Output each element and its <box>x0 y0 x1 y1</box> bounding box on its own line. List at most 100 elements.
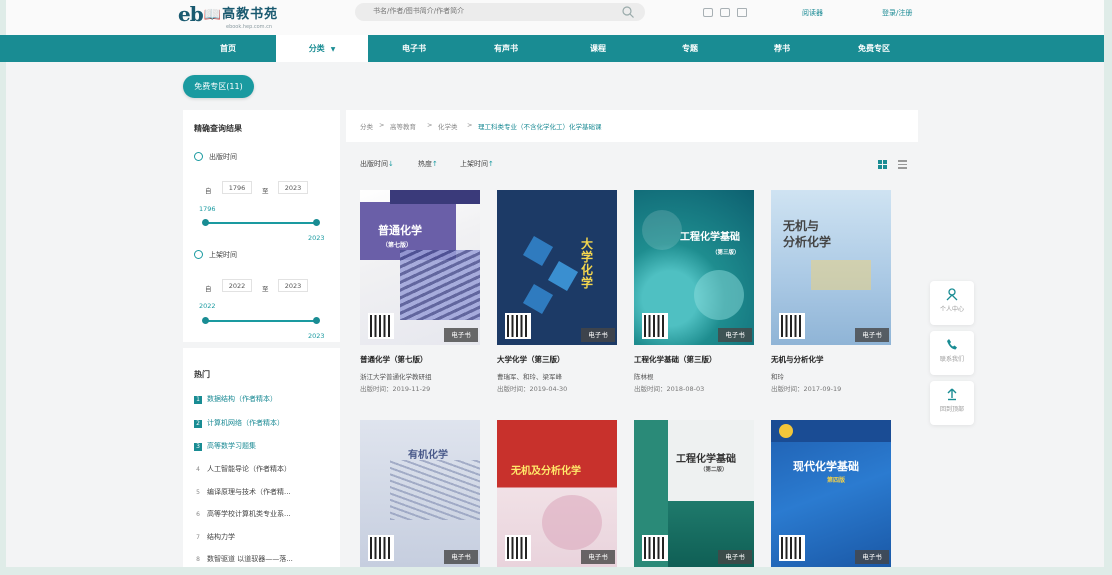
hot-item[interactable]: 8 数智驱道 以道驭器——落... <box>194 554 293 564</box>
nav-item-ebook[interactable]: 电子书 <box>368 35 460 62</box>
cover-title: 工程化学基础 <box>676 454 736 465</box>
cover-blob <box>542 495 602 550</box>
book-cover[interactable]: 无机与 分析化学 电子书 <box>771 190 891 345</box>
nav-item-recommend[interactable]: 荐书 <box>736 35 828 62</box>
shelf-from-label: 自 <box>205 285 212 293</box>
qr-code <box>642 313 668 339</box>
ebook-tag: 电子书 <box>718 328 752 342</box>
sort-popularity[interactable]: 热度↑ <box>418 159 438 169</box>
history-icon[interactable] <box>703 8 713 17</box>
mail-icon[interactable] <box>737 8 747 17</box>
cover-hex <box>522 235 554 267</box>
logo-text: eb <box>178 2 204 26</box>
book-title[interactable]: 普通化学（第七版） <box>360 354 428 365</box>
book-author: 陈林根 <box>634 373 654 381</box>
personal-center-button[interactable]: 个人中心 <box>930 281 974 325</box>
book-cover[interactable]: 工程化学基础 （第三版） 电子书 <box>634 190 754 345</box>
grid-view-icon[interactable] <box>878 160 887 169</box>
book-title[interactable]: 无机与分析化学 <box>771 354 824 365</box>
nav-item-category[interactable]: 分类 ▼ <box>276 35 368 62</box>
free-zone-button[interactable]: 免费专区(11) <box>183 75 254 98</box>
cover-subtitle: （第三版） <box>712 250 740 256</box>
rank-badge: 4 <box>196 466 200 473</box>
book-cover[interactable]: 大学化学 电子书 <box>497 190 617 345</box>
qr-code <box>779 313 805 339</box>
sort-shelf-time[interactable]: 上架时间↑ <box>460 159 494 169</box>
pub-range-min: 1796 <box>199 205 216 213</box>
breadcrumb-item[interactable]: 高等教育 <box>390 121 416 131</box>
book-cover[interactable]: 现代化学基础 第四版 电子书 <box>771 420 891 567</box>
logo-book-icon: 📖 <box>203 7 222 23</box>
clock-icon <box>194 250 203 259</box>
hot-item-label: 高等数学习题集 <box>207 442 256 450</box>
hot-item-label: 编译原理与技术（作者精... <box>207 488 291 496</box>
login-link[interactable]: 登录/注册 <box>882 8 912 18</box>
breadcrumb-separator: > <box>467 121 473 129</box>
ebook-tag: 电子书 <box>444 550 478 564</box>
qr-code <box>368 535 394 561</box>
reader-link[interactable]: 阅读器 <box>802 8 823 18</box>
pub-to-input[interactable]: 2023 <box>278 181 308 194</box>
pub-slider-min-handle[interactable] <box>202 219 209 226</box>
tablet-icon[interactable] <box>720 8 730 17</box>
hot-item[interactable]: 5 编译原理与技术（作者精... <box>194 487 291 497</box>
book-title[interactable]: 工程化学基础（第三版） <box>634 354 717 365</box>
book-cover[interactable]: 无机及分析化学 电子书 <box>497 420 617 567</box>
pub-from-input[interactable]: 1796 <box>222 181 252 194</box>
nav-item-topic[interactable]: 专题 <box>644 35 736 62</box>
shelf-slider-min-handle[interactable] <box>202 317 209 324</box>
breadcrumb-item[interactable]: 分类 <box>360 121 373 131</box>
cover-smudge <box>811 260 871 290</box>
contact-label: 联系我们 <box>939 356 964 363</box>
nav-item-home[interactable]: 首页 <box>196 35 260 62</box>
list-view-icon[interactable] <box>898 160 907 169</box>
hot-item[interactable]: 3 高等数学习题集 <box>194 441 256 451</box>
nav-item-course[interactable]: 课程 <box>552 35 644 62</box>
ebook-tag: 电子书 <box>718 550 752 564</box>
shelf-from-input[interactable]: 2022 <box>222 279 252 292</box>
nav-item-audiobook[interactable]: 有声书 <box>460 35 552 62</box>
back-to-top-button[interactable]: 回到顶部 <box>930 381 974 425</box>
arrow-up-icon <box>947 388 957 401</box>
hot-item[interactable]: 2 计算机网络（作者精本） <box>194 418 284 428</box>
book-cover[interactable]: 有机化学 电子书 <box>360 420 480 567</box>
breadcrumb-current: 理工科类专业（不含化学化工）化学基础课 <box>478 123 602 131</box>
hot-item[interactable]: 6 高等学校计算机类专业系... <box>194 509 291 519</box>
cover-subtitle: （第七版） <box>382 242 413 249</box>
pub-slider-track <box>206 222 316 224</box>
hot-item[interactable]: 7 结构力学 <box>194 532 235 542</box>
hot-item[interactable]: 4 人工智能导论（作者精本） <box>194 464 291 474</box>
search-input[interactable] <box>373 7 613 15</box>
shelf-range-max: 2023 <box>308 332 325 340</box>
shelf-to-label: 至 <box>262 285 269 293</box>
hot-item[interactable]: 1 数据结构（作者精本） <box>194 394 277 404</box>
personal-center-label: 个人中心 <box>939 306 964 313</box>
cover-title: 无机与 分析化学 <box>783 219 832 249</box>
pub-range-max: 2023 <box>308 234 325 242</box>
cover-subtitle: （第二版） <box>700 467 728 473</box>
logo-cn-text: 高教书苑 <box>222 7 279 22</box>
nav-recommend-label: 荐书 <box>774 44 790 53</box>
nav-topic-label: 专题 <box>682 44 698 53</box>
search-bar[interactable] <box>355 3 645 21</box>
nav-item-free[interactable]: 免费专区 <box>828 35 920 62</box>
book-author: 和玲 <box>771 373 784 381</box>
pub-slider-max-handle[interactable] <box>313 219 320 226</box>
book-cover[interactable]: 普通化学 （第七版） 电子书 <box>360 190 480 345</box>
search-icon[interactable] <box>621 5 635 19</box>
rank-badge: 2 <box>194 420 202 428</box>
logo-subtitle: ebook.hep.com.cn <box>226 24 273 30</box>
contact-button[interactable]: 联系我们 <box>930 331 974 375</box>
pub-time-label: 出版时间 <box>209 153 237 161</box>
site-logo[interactable]: eb 📖 高教书苑 <box>178 2 278 26</box>
book-cover[interactable]: 工程化学基础 （第二版） 电子书 <box>634 420 754 567</box>
shelf-to-input[interactable]: 2023 <box>278 279 308 292</box>
user-icon <box>946 288 958 301</box>
shelf-slider-max-handle[interactable] <box>313 317 320 324</box>
sort-pub-time[interactable]: 出版时间↓ <box>360 159 394 169</box>
breadcrumb-separator: > <box>427 121 433 129</box>
breadcrumb-item[interactable]: 化学类 <box>438 121 458 131</box>
pub-from-label: 自 <box>205 187 212 195</box>
book-title[interactable]: 大学化学（第三版） <box>497 354 565 365</box>
cover-subtitle: 第四版 <box>827 477 846 484</box>
